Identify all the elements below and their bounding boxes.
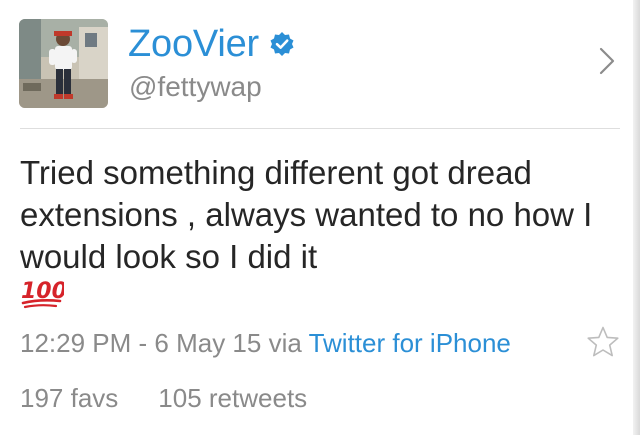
verified-badge-icon (270, 32, 294, 56)
source-link[interactable]: Twitter for iPhone (309, 328, 511, 358)
chevron-right-icon[interactable] (598, 46, 616, 76)
tweet-date: 6 May 15 (154, 328, 262, 358)
date-separator: - (131, 328, 155, 358)
tweet-detail-card: ZooVier @fettywap Tried something differ… (0, 0, 640, 435)
hundred-points-emoji-icon: 100 (21, 279, 64, 309)
tweet-meta: 12:29 PM - 6 May 15 via Twitter for iPho… (20, 326, 511, 360)
display-name[interactable]: ZooVier (128, 22, 259, 66)
scroll-edge (633, 0, 640, 435)
avatar[interactable] (19, 19, 108, 108)
display-name-row[interactable]: ZooVier (128, 22, 295, 66)
tweet-stats: 197 favs 105 retweets (20, 381, 307, 415)
favs-count[interactable]: 197 favs (20, 383, 118, 413)
tweet-time: 12:29 PM (20, 328, 132, 358)
via-label: via (261, 328, 309, 358)
favorite-star-icon[interactable] (586, 325, 620, 359)
header-divider (20, 128, 620, 129)
user-handle[interactable]: @fettywap (129, 70, 262, 104)
tweet-text: Tried something different got dread exte… (20, 154, 593, 275)
user-photo-icon (19, 19, 108, 108)
retweets-count[interactable]: 105 retweets (158, 383, 307, 413)
